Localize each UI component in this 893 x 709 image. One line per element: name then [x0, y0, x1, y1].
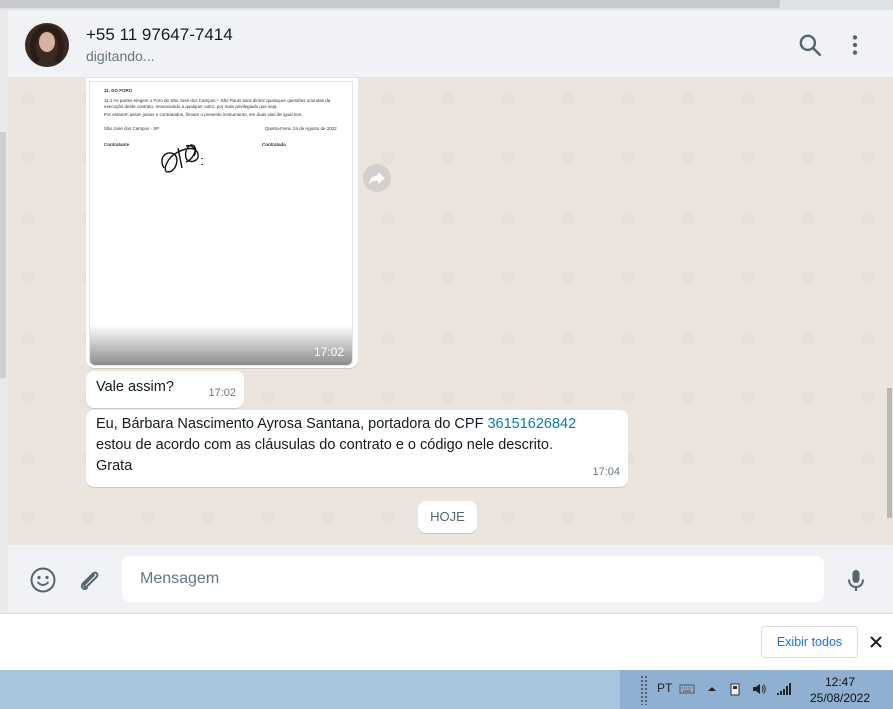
- emoji-icon[interactable]: [29, 566, 57, 594]
- network-signal-icon[interactable]: [776, 681, 792, 697]
- microphone-icon[interactable]: [842, 566, 870, 594]
- left-scrollbar[interactable]: [0, 10, 8, 613]
- message-composer: [8, 545, 893, 613]
- contact-name[interactable]: +55 11 97647-7414: [86, 25, 233, 45]
- menu-dots-icon[interactable]: [842, 32, 868, 58]
- chat-scrollbar-thumb[interactable]: [887, 388, 892, 518]
- message-bubble[interactable]: Vale assim? 17:02: [86, 371, 244, 408]
- attach-clip-icon[interactable]: [75, 566, 103, 594]
- system-clock[interactable]: 12:47 25/08/2022: [805, 674, 875, 706]
- forward-icon: [369, 172, 385, 185]
- chat-window: +55 11 97647-7414 digitando... 11. DO FO…: [8, 10, 893, 613]
- message-input[interactable]: [122, 556, 824, 602]
- browser-top-strip: [0, 0, 893, 10]
- message-text: Eu, Bárbara Nascimento Ayrosa Santana, p…: [96, 416, 488, 432]
- usb-eject-icon[interactable]: [727, 681, 743, 697]
- speaker-icon[interactable]: [751, 681, 767, 697]
- message-text: Vale assim?: [96, 379, 174, 395]
- image-gradient-overlay: [90, 325, 352, 365]
- signature-drawing: [161, 144, 203, 173]
- message-text: Grata: [96, 458, 133, 474]
- close-icon[interactable]: [868, 634, 884, 650]
- keyboard-icon[interactable]: [679, 681, 695, 697]
- taskbar-grip[interactable]: [640, 675, 648, 705]
- message-time: 17:02: [313, 345, 344, 359]
- document-image-bubble[interactable]: 11. DO FORO 11.1 As partes elegem o Foro…: [86, 78, 358, 368]
- message-time: 17:02: [208, 387, 236, 399]
- chat-header: +55 11 97647-7414 digitando...: [8, 10, 893, 78]
- chat-messages[interactable]: 11. DO FORO 11.1 As partes elegem o Foro…: [8, 78, 893, 545]
- doc-line: Contratante: [104, 142, 130, 147]
- chevron-up-icon[interactable]: [704, 681, 720, 697]
- message-bubble[interactable]: Eu, Bárbara Nascimento Ayrosa Santana, p…: [86, 410, 628, 487]
- message-text: estou de acordo com as cláusulas do cont…: [96, 437, 554, 453]
- clock-date: 25/08/2022: [809, 691, 871, 705]
- date-separator: HOJE: [418, 501, 477, 533]
- doc-line: 11.1 As partes elegem o Foro de São José…: [104, 98, 331, 103]
- doc-line: Contratada: [262, 142, 286, 147]
- windows-taskbar: PT 12:47 25/08/2022: [0, 670, 893, 709]
- downloads-bar: Exibir todos: [0, 613, 893, 670]
- contact-status: digitando...: [86, 48, 155, 64]
- show-all-downloads-button[interactable]: Exibir todos: [761, 626, 858, 658]
- message-time: 17:04: [592, 466, 620, 478]
- doc-line: Por estarem assim justos e contratados, …: [104, 112, 303, 117]
- forward-button[interactable]: [363, 164, 391, 192]
- clock-time: 12:47: [824, 675, 856, 689]
- chat-scrollbar[interactable]: [887, 78, 893, 545]
- avatar[interactable]: [25, 23, 69, 67]
- left-scrollbar-thumb[interactable]: [0, 132, 6, 378]
- doc-line: São José dos Campos - SP: [104, 126, 160, 131]
- browser-tab-bar: [0, 0, 780, 8]
- doc-line: execução deste contrato, renunciando a q…: [104, 104, 278, 109]
- doc-line: 11. DO FORO: [104, 88, 133, 93]
- search-icon[interactable]: [797, 32, 823, 58]
- cpf-link[interactable]: 36151626842: [487, 416, 576, 432]
- document-preview[interactable]: 11. DO FORO 11.1 As partes elegem o Foro…: [89, 81, 353, 366]
- doc-line: Quarta-Feira, 24 de Agosto de 2022: [265, 126, 337, 131]
- language-indicator[interactable]: PT: [657, 681, 672, 695]
